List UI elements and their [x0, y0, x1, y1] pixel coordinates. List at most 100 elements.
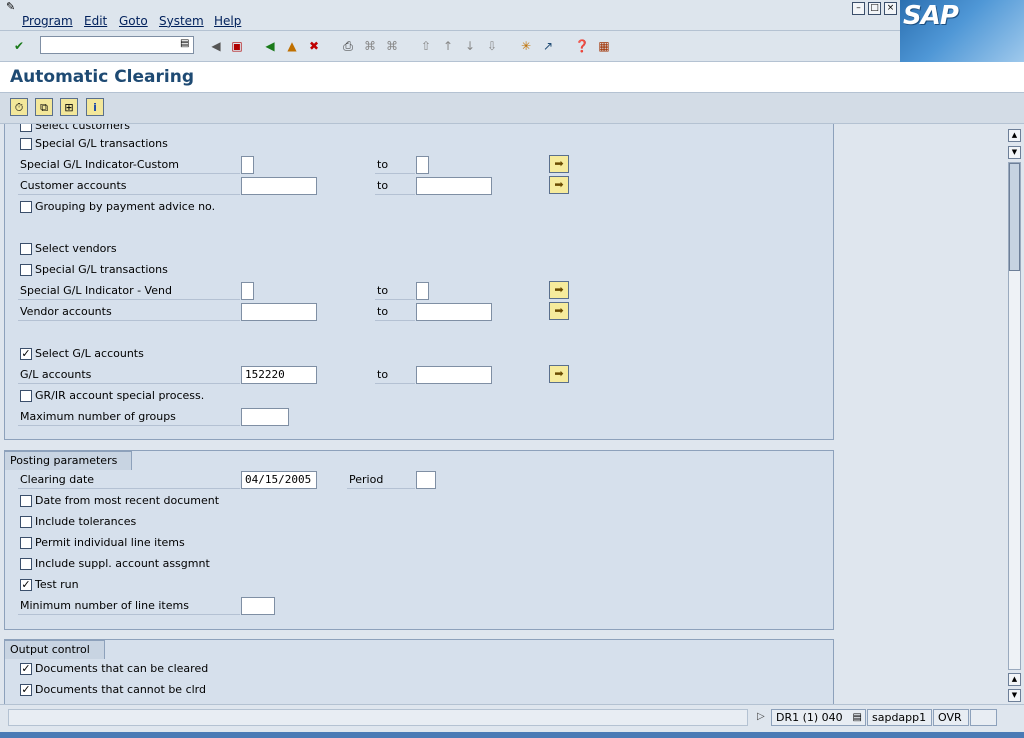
vendor-special-gl-checkbox[interactable]	[20, 264, 32, 276]
system-info-text: DR1 (1) 040	[776, 711, 843, 724]
layout-menu-icon[interactable]: ▦	[596, 38, 612, 54]
include-tolerances-checkbox[interactable]	[20, 516, 32, 528]
back-small-icon[interactable]: ◀	[208, 38, 224, 54]
to-label: to	[377, 179, 389, 192]
docs-cannot-clear-checkbox[interactable]: ✓	[20, 684, 32, 696]
enter-icon[interactable]: ✔	[11, 38, 27, 54]
test-run-label: Test run	[35, 578, 79, 591]
next-page-icon[interactable]: ↓	[462, 38, 478, 54]
back-icon[interactable]: ◀	[262, 38, 278, 54]
previous-page-icon[interactable]: ↑	[440, 38, 456, 54]
command-field[interactable]: ▤	[40, 36, 194, 54]
menu-edit[interactable]: Edit	[84, 14, 107, 28]
last-page-icon[interactable]: ⇩	[484, 38, 500, 54]
scroll-down-icon[interactable]: ▼	[1008, 689, 1021, 702]
max-groups-field[interactable]	[241, 408, 289, 426]
print-icon[interactable]: ⎙	[340, 38, 356, 54]
exit-icon[interactable]: ▲	[284, 38, 300, 54]
vendor-accounts-from[interactable]	[241, 303, 317, 321]
select-gl-accounts-checkbox[interactable]: ✓	[20, 348, 32, 360]
multiple-selection-button[interactable]: ➡	[549, 302, 569, 320]
cancel-icon[interactable]: ✖	[306, 38, 322, 54]
test-run-checkbox[interactable]: ✓	[20, 579, 32, 591]
info-icon[interactable]: i	[86, 98, 104, 116]
minimize-icon[interactable]: –	[852, 2, 865, 15]
special-gl-indicator-custom-from[interactable]	[241, 156, 254, 174]
gl-accounts-to[interactable]	[416, 366, 492, 384]
save-icon[interactable]: ▣	[229, 38, 245, 54]
sap-logo: SAP	[903, 1, 959, 31]
menu-program[interactable]: Program	[22, 14, 73, 28]
period-label: Period	[349, 473, 384, 486]
server-field: sapdapp1	[867, 709, 932, 726]
scroll-page-up-icon[interactable]: ▲	[1008, 673, 1021, 686]
special-gl-indicator-custom-to[interactable]	[416, 156, 429, 174]
scrollbar-thumb[interactable]	[1009, 163, 1020, 271]
status-expand-icon[interactable]: ▷	[757, 711, 765, 722]
page-title: Automatic Clearing	[10, 67, 194, 87]
clearing-date-field[interactable]: 04/15/2005	[241, 471, 317, 489]
customer-accounts-label: Customer accounts	[20, 179, 127, 192]
command-history-icon[interactable]: ▤	[180, 38, 189, 49]
to-label: to	[377, 305, 389, 318]
to-label: to	[377, 158, 389, 171]
menu-help[interactable]: Help	[214, 14, 241, 28]
find-next-icon[interactable]: ⌘	[384, 38, 400, 54]
select-vendors-label: Select vendors	[35, 242, 117, 255]
close-icon[interactable]: ×	[884, 2, 897, 15]
multiple-selection-button[interactable]: ➡	[549, 155, 569, 173]
customer-special-gl-checkbox[interactable]	[20, 138, 32, 150]
multiple-selection-button[interactable]: ➡	[549, 176, 569, 194]
permit-individual-checkbox[interactable]	[20, 537, 32, 549]
menu-goto[interactable]: Goto	[119, 14, 148, 28]
grir-checkbox[interactable]	[20, 390, 32, 402]
include-suppl-checkbox[interactable]	[20, 558, 32, 570]
first-page-icon[interactable]: ⇧	[418, 38, 434, 54]
grouping-checkbox[interactable]	[20, 201, 32, 213]
scroll-page-down-icon[interactable]: ▼	[1008, 146, 1021, 159]
grir-label: GR/IR account special process.	[35, 389, 205, 402]
customer-special-gl-label: Special G/L transactions	[35, 137, 168, 150]
period-field[interactable]	[416, 471, 436, 489]
customer-accounts-to[interactable]	[416, 177, 492, 195]
docs-can-clear-checkbox[interactable]: ✓	[20, 663, 32, 675]
multiple-selection-button[interactable]: ➡	[549, 281, 569, 299]
selection-screen: Select customers Special G/L transaction…	[0, 124, 1004, 704]
scroll-up-icon[interactable]: ▲	[1008, 129, 1021, 142]
max-groups-label: Maximum number of groups	[20, 410, 176, 423]
special-gl-indicator-vend-from[interactable]	[241, 282, 254, 300]
vendor-accounts-to[interactable]	[416, 303, 492, 321]
system-info-field[interactable]: DR1 (1) 040 ▤	[771, 709, 866, 726]
select-vendors-checkbox[interactable]	[20, 243, 32, 255]
special-gl-indicator-vend-label: Special G/L Indicator - Vend	[20, 284, 172, 297]
clearing-date-label: Clearing date	[20, 473, 95, 486]
include-suppl-label: Include suppl. account assgmnt	[35, 557, 210, 570]
customer-accounts-from[interactable]	[241, 177, 317, 195]
shortcut-icon[interactable]: ↗	[540, 38, 556, 54]
get-variant-icon[interactable]: ⧉	[35, 98, 53, 116]
multiple-selection-button[interactable]: ➡	[549, 365, 569, 383]
select-gl-accounts-label: Select G/L accounts	[35, 347, 144, 360]
execute-icon[interactable]: ⏱	[10, 98, 28, 116]
to-label: to	[377, 368, 389, 381]
create-session-icon[interactable]: ✳	[518, 38, 534, 54]
find-icon[interactable]: ⌘	[362, 38, 378, 54]
gl-accounts-label: G/L accounts	[20, 368, 92, 381]
window-menu-icon[interactable]: ✎	[6, 1, 20, 13]
special-gl-indicator-vend-to[interactable]	[416, 282, 429, 300]
mode-field[interactable]: OVR	[933, 709, 969, 726]
date-recent-checkbox[interactable]	[20, 495, 32, 507]
vendor-special-gl-label: Special G/L transactions	[35, 263, 168, 276]
min-line-items-field[interactable]	[241, 597, 275, 615]
include-tolerances-label: Include tolerances	[35, 515, 137, 528]
help-icon[interactable]: ❓	[574, 38, 590, 54]
restore-icon[interactable]: □	[868, 2, 881, 15]
select-customers-checkbox[interactable]	[20, 124, 32, 132]
bottom-border	[0, 732, 1024, 738]
menu-system[interactable]: System	[159, 14, 204, 28]
docs-can-clear-label: Documents that can be cleared	[35, 662, 209, 675]
posting-parameters-title: Posting parameters	[4, 451, 133, 470]
system-info-list-icon[interactable]: ▤	[853, 710, 862, 725]
dynamic-selections-icon[interactable]: ⊞	[60, 98, 78, 116]
gl-accounts-from[interactable]: 152220	[241, 366, 317, 384]
